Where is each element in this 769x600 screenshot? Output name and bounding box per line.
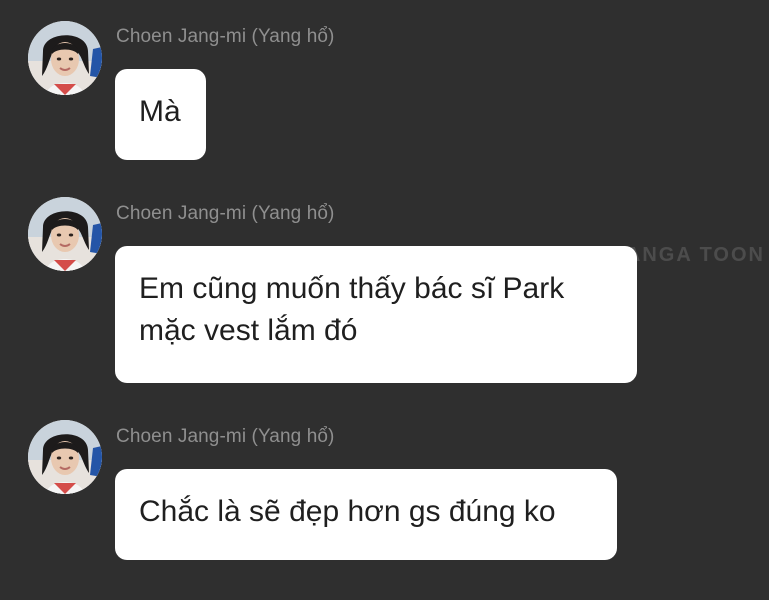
sender-name: Choen Jang-mi (Yang hổ)	[116, 426, 335, 447]
avatar[interactable]	[28, 21, 102, 95]
avatar[interactable]	[28, 197, 102, 271]
sender-name: Choen Jang-mi (Yang hổ)	[116, 203, 335, 224]
message-bubble[interactable]: Chắc là sẽ đẹp hơn gs đúng ko	[115, 469, 617, 560]
user-avatar-photo-icon	[28, 21, 102, 95]
message-bubble[interactable]: Em cũng muốn thấy bác sĩ Park mặc vest l…	[115, 246, 637, 383]
chat-thread: Choen Jang-mi (Yang hổ) Mà Choen Jang-mi…	[0, 0, 769, 600]
message-line: mặc vest lắm đó	[139, 314, 358, 347]
user-avatar-photo-icon	[28, 197, 102, 271]
message-line: Em cũng muốn thấy bác sĩ Park	[139, 272, 565, 305]
avatar[interactable]	[28, 420, 102, 494]
message-line: Chắc là sẽ đẹp hơn gs đúng ko	[139, 495, 556, 528]
message-bubble[interactable]: Mà	[115, 69, 206, 160]
message-line: Mà	[139, 95, 181, 128]
watermark: MANGA TOON	[607, 244, 765, 266]
user-avatar-photo-icon	[28, 420, 102, 494]
sender-name: Choen Jang-mi (Yang hổ)	[116, 26, 335, 47]
